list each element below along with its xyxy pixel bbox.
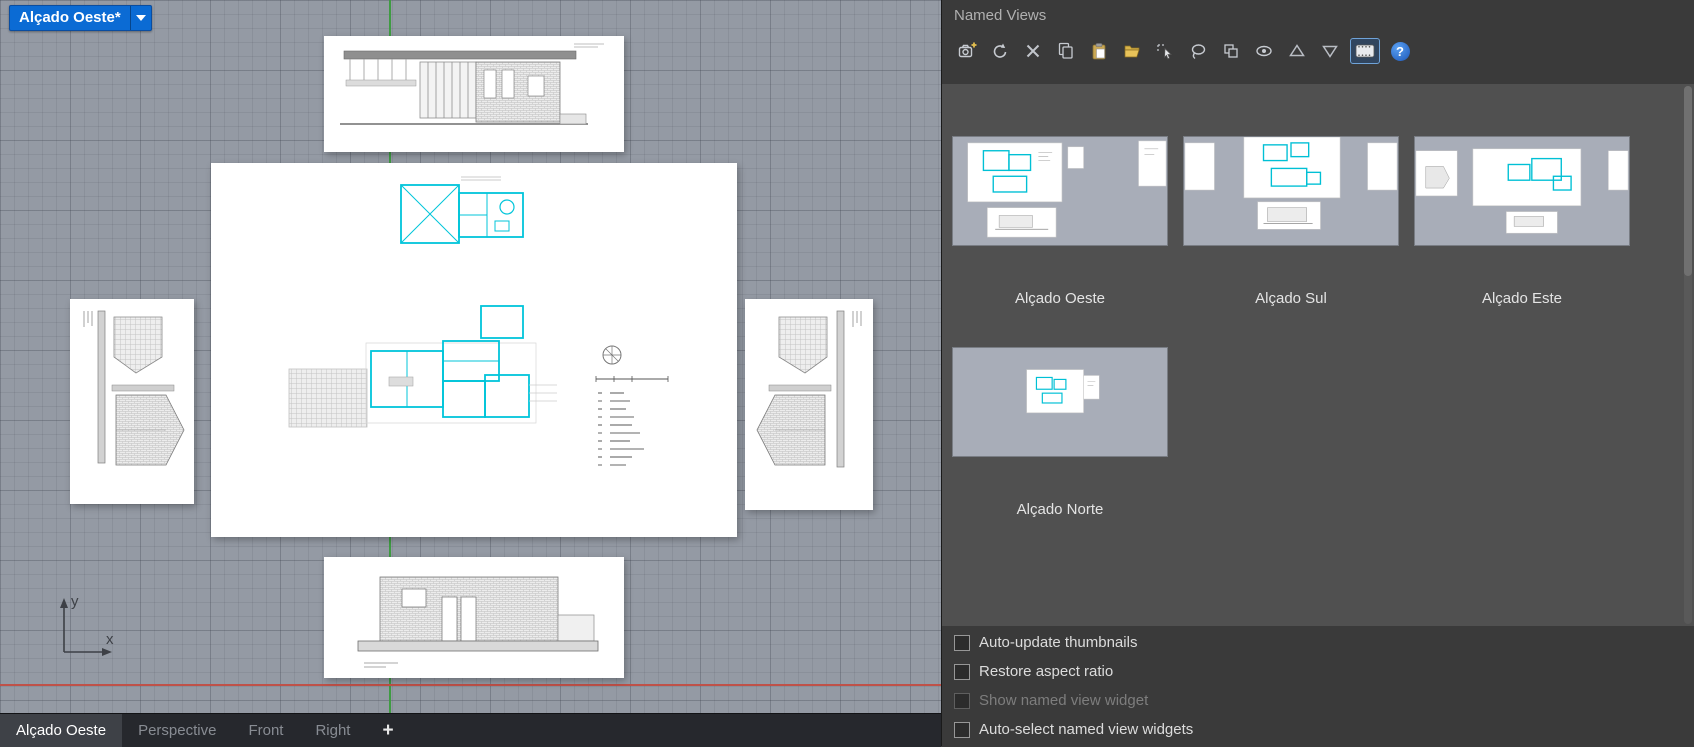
tab-label: Right xyxy=(315,722,351,739)
tab-label: Perspective xyxy=(138,722,217,739)
help-icon[interactable]: ? xyxy=(1387,39,1413,63)
named-view-item-alcado-norte[interactable]: Alçado Norte xyxy=(952,347,1168,518)
cplane-axis-indicator: y x xyxy=(60,593,114,656)
named-views-panel: Named Views ? Alçado Oeste Alçado Sul Al… xyxy=(941,0,1694,746)
paste-named-view-icon[interactable] xyxy=(1086,39,1112,63)
viewport-title: Alçado Oeste* xyxy=(19,9,121,26)
viewport-canvas[interactable]: Alçado Oeste* y x xyxy=(0,0,941,713)
tab-label: Front xyxy=(248,722,284,739)
named-view-label: Alçado Norte xyxy=(1016,501,1104,518)
option-restore-aspect-ratio[interactable]: Restore aspect ratio xyxy=(942,657,1694,686)
named-view-thumbnail[interactable] xyxy=(952,347,1168,457)
viewport-title-tab[interactable]: Alçado Oeste* xyxy=(9,5,152,31)
delete-named-view-icon[interactable] xyxy=(1020,39,1046,63)
named-view-item-alcado-este[interactable]: Alçado Este xyxy=(1414,136,1630,307)
named-view-thumbnail[interactable] xyxy=(1183,136,1399,246)
named-view-label: Alçado Este xyxy=(1481,290,1563,307)
option-auto-select-named-view-widgets[interactable]: Auto-select named view widgets xyxy=(942,715,1694,744)
question-mark-glyph: ? xyxy=(1390,41,1410,61)
lasso-select-icon[interactable] xyxy=(1185,39,1211,63)
move-down-icon[interactable] xyxy=(1317,39,1343,63)
restore-named-view-icon[interactable] xyxy=(987,39,1013,63)
axis-x-label: x xyxy=(106,631,114,648)
checkbox-show-named-view-widget xyxy=(954,692,970,709)
checkbox-restore-aspect-ratio[interactable] xyxy=(954,663,970,680)
named-views-options: Auto-update thumbnails Restore aspect ra… xyxy=(942,626,1694,746)
x-axis-line xyxy=(0,684,941,686)
checkbox-auto-select-named-view-widgets[interactable] xyxy=(954,721,970,738)
option-label: Restore aspect ratio xyxy=(979,663,1114,680)
checkbox-auto-update-thumbnails[interactable] xyxy=(954,634,970,651)
viewport-tab-bar: Alçado Oeste Perspective Front Right + xyxy=(0,713,941,747)
duplicate-view-icon[interactable] xyxy=(1218,39,1244,63)
copy-named-view-icon[interactable] xyxy=(1053,39,1079,63)
drawing-sheet-top-elevation xyxy=(324,36,624,152)
drawing-sheet-left-elevation xyxy=(70,299,194,504)
scrollbar-thumb[interactable] xyxy=(1684,86,1692,276)
named-views-list: Alçado Oeste Alçado Sul Alçado Este Alça… xyxy=(942,84,1694,626)
tab-perspective[interactable]: Perspective xyxy=(122,714,232,747)
drawing-sheet-floor-plans xyxy=(211,163,737,537)
panel-title: Named Views xyxy=(954,7,1047,24)
viewport-menu-caret-icon[interactable] xyxy=(129,6,151,30)
named-view-label: Alçado Oeste xyxy=(1014,290,1106,307)
named-view-thumbnail[interactable] xyxy=(952,136,1168,246)
tab-alcado-oeste[interactable]: Alçado Oeste xyxy=(0,714,123,747)
tab-label: Alçado Oeste xyxy=(16,722,107,739)
named-view-label: Alçado Sul xyxy=(1255,290,1327,307)
option-label: Auto-select named view widgets xyxy=(979,721,1194,738)
tab-right[interactable]: Right xyxy=(299,714,366,747)
plus-icon: + xyxy=(382,719,394,741)
named-view-thumbnail[interactable] xyxy=(1414,136,1630,246)
thumbnail-display-toggle-icon[interactable] xyxy=(1350,38,1380,64)
show-view-icon[interactable] xyxy=(1251,39,1277,63)
save-named-view-icon[interactable] xyxy=(954,39,980,63)
option-label: Show named view widget xyxy=(979,692,1149,709)
named-views-toolbar: ? xyxy=(942,24,1694,69)
move-up-icon[interactable] xyxy=(1284,39,1310,63)
pick-view-icon[interactable] xyxy=(1152,39,1178,63)
drawing-sheet-bottom-elevation xyxy=(324,557,624,678)
add-viewport-tab-button[interactable]: + xyxy=(372,714,403,747)
option-label: Auto-update thumbnails xyxy=(979,634,1138,651)
named-view-item-alcado-sul[interactable]: Alçado Sul xyxy=(1183,136,1399,307)
import-named-views-icon[interactable] xyxy=(1119,39,1145,63)
axis-y-label: y xyxy=(71,593,79,610)
option-show-named-view-widget: Show named view widget xyxy=(942,686,1694,715)
scrollbar-track[interactable] xyxy=(1684,86,1692,624)
named-view-item-alcado-oeste[interactable]: Alçado Oeste xyxy=(952,136,1168,307)
tab-front[interactable]: Front xyxy=(232,714,299,747)
drawing-sheet-right-elevation xyxy=(745,299,873,510)
option-auto-update-thumbnails[interactable]: Auto-update thumbnails xyxy=(942,628,1694,657)
